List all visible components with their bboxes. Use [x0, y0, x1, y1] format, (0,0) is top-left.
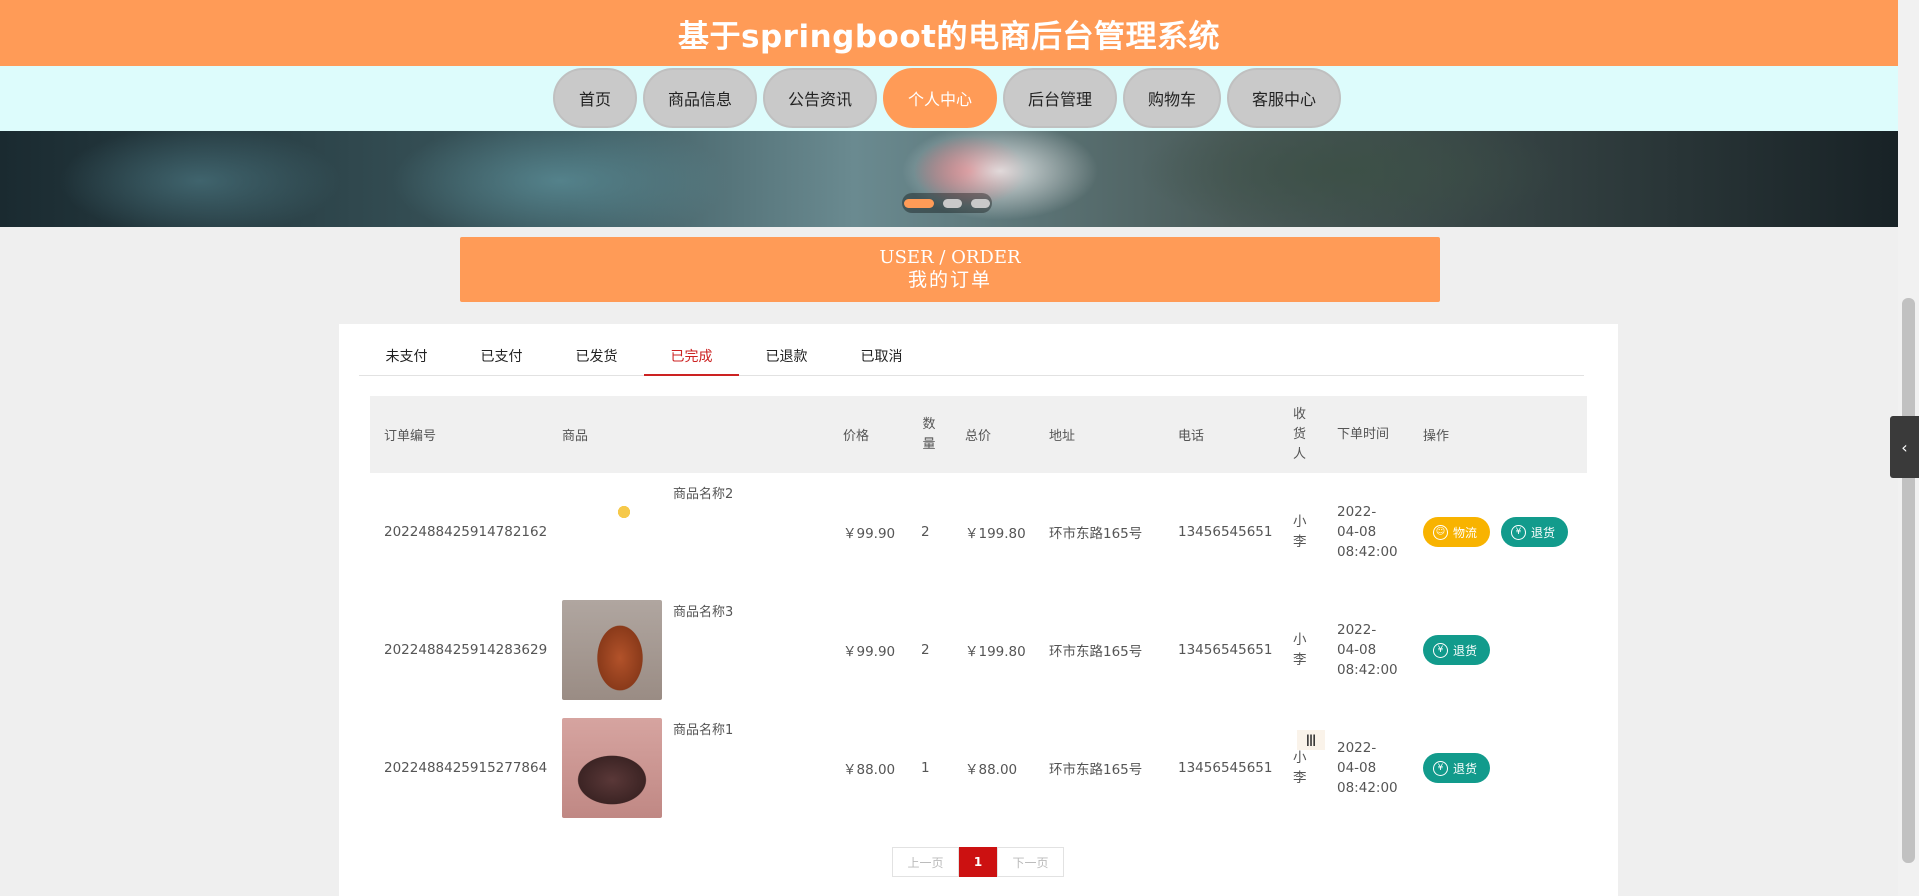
receiver: 小李 [1293, 750, 1307, 786]
phone: 13456545651 [1178, 524, 1273, 540]
col-qty: 数量 [922, 416, 936, 452]
phone: 13456545651 [1178, 642, 1273, 658]
nav-item-home[interactable]: 首页 [553, 68, 637, 128]
order-time: 2022-04-08 08:42:00 [1337, 740, 1398, 796]
tab-completed[interactable]: 已完成 [644, 344, 739, 376]
page-title: USER / ORDER 我的订单 [460, 237, 1440, 302]
order-no: 2022488425914283629 [384, 642, 548, 658]
tab-cancelled[interactable]: 已取消 [834, 344, 929, 376]
nav-item-cart[interactable]: 购物车 [1123, 68, 1221, 128]
logistics-button[interactable]: ☺ 物流 [1423, 517, 1491, 547]
page-title-en: USER / ORDER [879, 247, 1021, 268]
tab-shipped[interactable]: 已发货 [549, 344, 644, 376]
side-panel-toggle[interactable]: ‹ [1890, 416, 1919, 478]
carousel-dot-1[interactable] [904, 198, 934, 208]
logistics-label: 物流 [1453, 525, 1478, 540]
product-name[interactable]: 商品名称3 [673, 601, 733, 620]
carousel-dot-2[interactable] [943, 198, 962, 208]
pagination: 上一页 1 下一页 [892, 847, 1064, 877]
total: ￥199.80 [965, 526, 1026, 542]
prev-page-button[interactable]: 上一页 [892, 847, 959, 877]
product-image[interactable] [562, 482, 662, 582]
nav-item-products[interactable]: 商品信息 [643, 68, 757, 128]
table-row: 2022488425914782162 商品名称2 ￥99.90 2 ￥199.… [370, 473, 1587, 591]
order-table: 订单编号 商品 价格 数量 总价 地址 电话 收货人 下单时间 操作 20224… [370, 396, 1587, 827]
col-actions: 操作 [1423, 429, 1450, 444]
phone: 13456545651 [1178, 760, 1273, 776]
price: ￥99.90 [843, 526, 896, 542]
qty: 1 [921, 760, 930, 776]
refund-label: 退货 [1531, 525, 1556, 540]
product-image[interactable] [562, 600, 662, 700]
qty: 2 [921, 524, 930, 540]
next-page-button[interactable]: 下一页 [997, 847, 1064, 877]
product-image[interactable] [562, 718, 662, 818]
carousel-dot-3[interactable] [971, 198, 990, 208]
site-header: 基于springboot的电商后台管理系统 [0, 0, 1898, 66]
product-name[interactable]: 商品名称1 [673, 719, 733, 738]
banner-carousel [0, 131, 1898, 227]
scrollbar-thumb[interactable] [1902, 298, 1915, 863]
order-no: 2022488425915277864 [384, 760, 548, 776]
order-no: 2022488425914782162 [384, 524, 548, 540]
address: 环市东路165号 [1049, 526, 1143, 542]
total: ￥88.00 [965, 762, 1018, 778]
yen-icon: ¥ [1511, 524, 1526, 540]
address: 环市东路165号 [1049, 762, 1143, 778]
carousel-indicators [902, 193, 992, 213]
nav-item-user-center[interactable]: 个人中心 [883, 68, 997, 128]
receiver: 小李 [1293, 514, 1307, 550]
refund-button[interactable]: ¥ 退货 [1501, 517, 1569, 547]
product-name[interactable]: 商品名称2 [673, 483, 733, 502]
col-total: 总价 [965, 429, 992, 444]
nav-item-support[interactable]: 客服中心 [1227, 68, 1341, 128]
col-product: 商品 [562, 429, 589, 444]
nav-item-news[interactable]: 公告资讯 [763, 68, 877, 128]
col-address: 地址 [1049, 429, 1076, 444]
col-receiver: 收货人 [1293, 406, 1307, 462]
receiver: 小李 [1293, 632, 1307, 668]
user-icon: ☺ [1433, 524, 1448, 540]
tab-paid[interactable]: 已支付 [454, 344, 549, 376]
col-order-no: 订单编号 [384, 429, 437, 444]
col-phone: 电话 [1178, 429, 1205, 444]
table-row: 2022488425915277864 商品名称1 ￥88.00 1 ￥88.0… [370, 709, 1587, 827]
col-order-time: 下单时间 [1337, 426, 1390, 442]
price: ￥99.90 [843, 644, 896, 660]
col-price: 价格 [843, 429, 870, 444]
refund-button[interactable]: ¥ 退货 [1423, 753, 1491, 783]
current-page-button[interactable]: 1 [959, 847, 997, 877]
refund-label: 退货 [1453, 643, 1478, 658]
qty: 2 [921, 642, 930, 658]
text-cursor-icon: Ⅲ [1297, 730, 1325, 750]
page-title-cn: 我的订单 [907, 269, 992, 291]
total: ￥199.80 [965, 644, 1026, 660]
yen-icon: ¥ [1433, 642, 1448, 658]
order-time: 2022-04-08 08:42:00 [1337, 622, 1398, 678]
price: ￥88.00 [843, 762, 896, 778]
order-time: 2022-04-08 08:42:00 [1337, 504, 1398, 560]
address: 环市东路165号 [1049, 644, 1143, 660]
tab-refunded[interactable]: 已退款 [739, 344, 834, 376]
order-panel: 未支付 已支付 已发货 已完成 已退款 已取消 订单编号 商品 价格 数量 总价… [339, 324, 1618, 896]
yen-icon: ¥ [1433, 760, 1448, 776]
order-status-tabs: 未支付 已支付 已发货 已完成 已退款 已取消 [359, 344, 1584, 376]
refund-button[interactable]: ¥ 退货 [1423, 635, 1491, 665]
table-row: 2022488425914283629 商品名称3 ￥99.90 2 ￥199.… [370, 591, 1587, 709]
refund-label: 退货 [1453, 761, 1478, 776]
nav-item-admin[interactable]: 后台管理 [1003, 68, 1117, 128]
tab-unpaid[interactable]: 未支付 [359, 344, 454, 376]
site-title: 基于springboot的电商后台管理系统 [678, 18, 1220, 55]
chevron-left-icon: ‹ [1901, 437, 1908, 457]
main-nav: 首页 商品信息 公告资讯 个人中心 后台管理 购物车 客服中心 [0, 66, 1898, 131]
table-header: 订单编号 商品 价格 数量 总价 地址 电话 收货人 下单时间 操作 [370, 396, 1587, 473]
